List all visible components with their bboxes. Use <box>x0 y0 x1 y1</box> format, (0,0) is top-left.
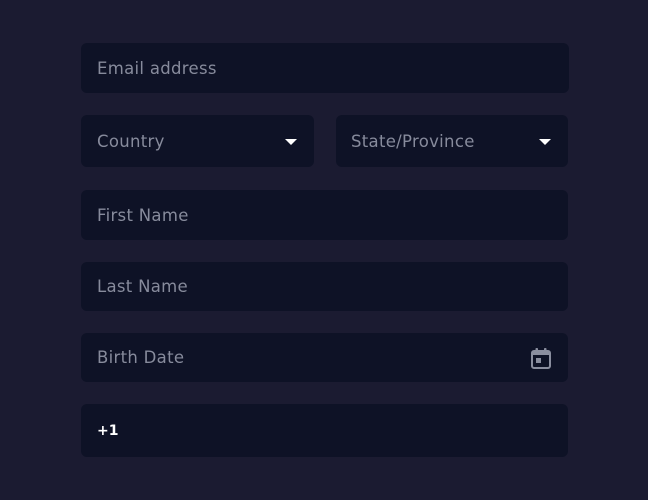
state-province-select[interactable]: State/Province <box>336 115 568 167</box>
country-select[interactable]: Country <box>81 115 314 167</box>
phone-country-code: +1 <box>97 422 119 439</box>
last-name-field[interactable]: Last Name <box>81 262 568 311</box>
birth-date-placeholder: Birth Date <box>97 348 185 367</box>
chevron-down-icon <box>285 139 297 145</box>
registration-form: Email address Country State/Province Fir… <box>0 0 648 500</box>
phone-field[interactable]: +1 <box>81 404 568 457</box>
email-placeholder: Email address <box>97 58 217 78</box>
birth-date-field[interactable]: Birth Date <box>81 333 568 382</box>
first-name-placeholder: First Name <box>97 205 189 225</box>
calendar-icon[interactable] <box>529 346 553 370</box>
state-province-placeholder: State/Province <box>351 131 475 151</box>
first-name-field[interactable]: First Name <box>81 190 568 240</box>
chevron-down-icon <box>539 139 551 145</box>
email-field[interactable]: Email address <box>81 43 569 93</box>
last-name-placeholder: Last Name <box>97 277 188 296</box>
country-placeholder: Country <box>97 131 165 151</box>
